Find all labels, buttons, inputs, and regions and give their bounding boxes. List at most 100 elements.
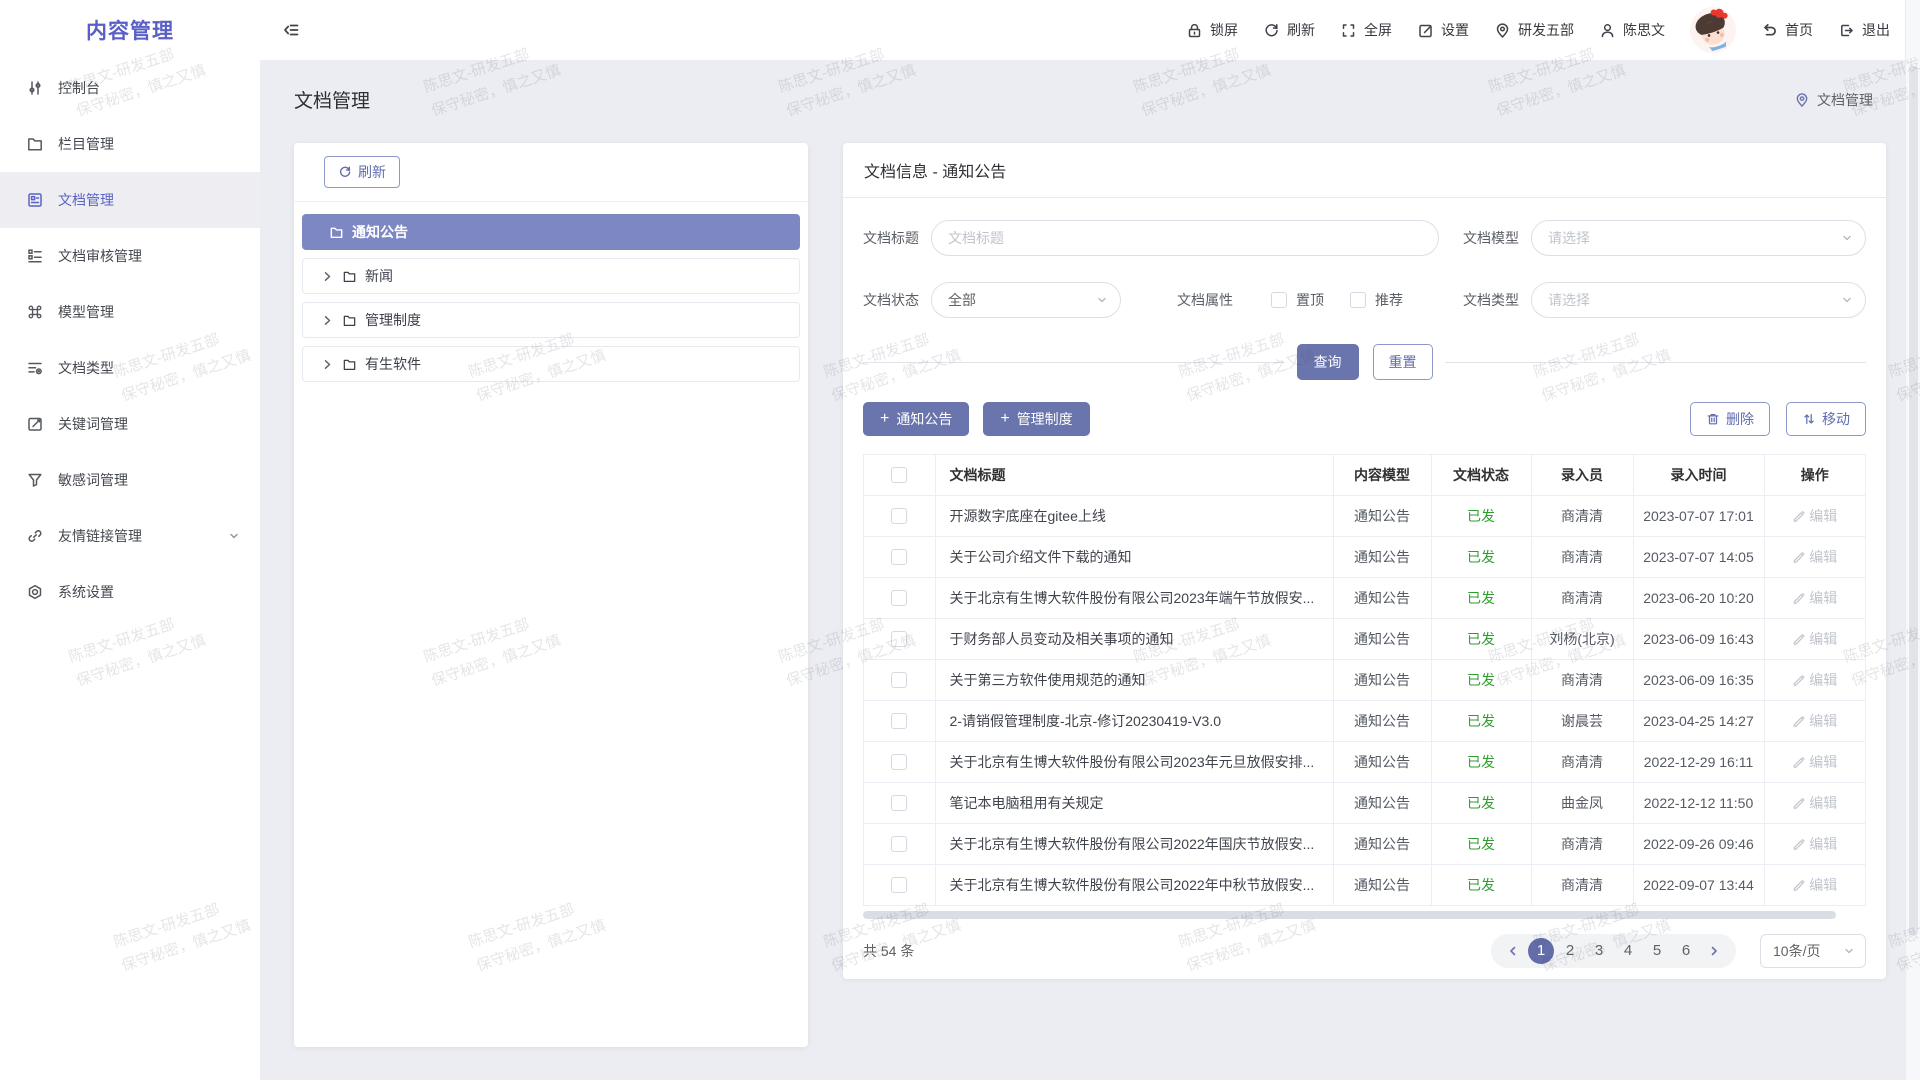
tree-item-software[interactable]: 有生软件 (302, 346, 800, 382)
move-button[interactable]: 移动 (1786, 402, 1866, 436)
page-number[interactable]: 2 (1557, 938, 1583, 964)
sidebar-item-friend-links[interactable]: 友情链接管理 (0, 508, 260, 564)
sidebar-collapse-button[interactable] (282, 21, 300, 39)
header-action-fullscreen[interactable]: 全屏 (1340, 20, 1392, 40)
edit-button[interactable]: 编辑 (1792, 793, 1837, 813)
attr-top-option[interactable]: 置顶 (1271, 290, 1324, 310)
cell-status: 已发 (1431, 700, 1531, 741)
header-action-department[interactable]: 研发五部 (1494, 20, 1574, 40)
prev-page-button[interactable] (1501, 939, 1525, 963)
sidebar-item-keywords[interactable]: 关键词管理 (0, 396, 260, 452)
refresh-icon (338, 165, 352, 179)
cell-ops: 编辑 (1764, 659, 1865, 700)
sidebar-item-doc-types[interactable]: 文档类型 (0, 340, 260, 396)
cell-status: 已发 (1431, 659, 1531, 700)
cell-model: 通知公告 (1333, 618, 1431, 659)
vertical-scrollbar[interactable] (1905, 0, 1920, 1080)
doc-attr-label: 文档属性 (1177, 290, 1233, 310)
sidebar-item-doc-review[interactable]: 文档审核管理 (0, 228, 260, 284)
add-notice-button[interactable]: + 通知公告 (863, 402, 969, 436)
doc-type-select[interactable]: 请选择 (1531, 282, 1866, 318)
cell-status: 已发 (1431, 741, 1531, 782)
tree-item-rules[interactable]: 管理制度 (302, 302, 800, 338)
header-action-logout[interactable]: 退出 (1838, 20, 1890, 40)
page-number[interactable]: 4 (1615, 938, 1641, 964)
row-checkbox[interactable] (891, 713, 907, 729)
sidebar-item-models[interactable]: 模型管理 (0, 284, 260, 340)
edit-button[interactable]: 编辑 (1792, 629, 1837, 649)
sidebar-item-columns[interactable]: 栏目管理 (0, 116, 260, 172)
scrollbar-thumb[interactable] (1909, 66, 1918, 936)
sidebar-item-documents[interactable]: 文档管理 (0, 172, 260, 228)
attr-recommend-option[interactable]: 推荐 (1350, 290, 1403, 310)
row-checkbox[interactable] (891, 754, 907, 770)
search-button[interactable]: 查询 (1297, 344, 1359, 380)
app-brand: 内容管理 (0, 15, 260, 45)
table-horizontal-scrollbar[interactable] (863, 911, 1866, 919)
cell-operator: 曲金凤 (1531, 782, 1633, 823)
select-all-checkbox[interactable] (891, 467, 907, 483)
row-checkbox[interactable] (891, 590, 907, 606)
doc-model-select[interactable]: 请选择 (1531, 220, 1866, 256)
next-page-button[interactable] (1702, 939, 1726, 963)
app-header: 内容管理 锁屏 刷新 (0, 0, 1920, 60)
header-action-home[interactable]: 首页 (1761, 20, 1813, 40)
row-checkbox[interactable] (891, 836, 907, 852)
sidebar-item-console[interactable]: 控制台 (0, 60, 260, 116)
edit-button[interactable]: 编辑 (1792, 670, 1837, 690)
row-checkbox[interactable] (891, 672, 907, 688)
header-action-settings[interactable]: 设置 (1417, 20, 1469, 40)
doc-model-placeholder: 请选择 (1548, 228, 1590, 248)
column-header-status: 文档状态 (1431, 455, 1531, 495)
tree-item-news[interactable]: 新闻 (302, 258, 800, 294)
add-rule-button[interactable]: + 管理制度 (983, 402, 1089, 436)
settings-edit-icon (1417, 22, 1434, 39)
doc-title-input[interactable] (931, 220, 1439, 256)
edit-button[interactable]: 编辑 (1792, 506, 1837, 526)
row-checkbox[interactable] (891, 549, 907, 565)
cell-doc-title: 关于北京有生博大软件股份有限公司2022年国庆节放假安... (935, 823, 1333, 864)
scrollbar-thumb[interactable] (863, 911, 1836, 919)
tree-item-label: 管理制度 (365, 310, 421, 330)
tree-refresh-button[interactable]: 刷新 (324, 156, 400, 188)
attr-top-checkbox[interactable] (1271, 292, 1287, 308)
edit-button[interactable]: 编辑 (1792, 875, 1837, 895)
column-header-title: 文档标题 (935, 455, 1333, 495)
page-size-select[interactable]: 10条/页 (1760, 934, 1866, 968)
chevron-down-icon (1841, 232, 1853, 244)
row-checkbox[interactable] (891, 795, 907, 811)
edit-button[interactable]: 编辑 (1792, 547, 1837, 567)
tree-item-notice[interactable]: 通知公告 (302, 214, 800, 250)
row-checkbox[interactable] (891, 877, 907, 893)
console-icon (26, 79, 44, 97)
edit-button[interactable]: 编辑 (1792, 752, 1837, 772)
avatar[interactable] (1684, 1, 1742, 59)
edit-button[interactable]: 编辑 (1792, 834, 1837, 854)
doc-status-select[interactable]: 全部 (931, 282, 1121, 318)
sidebar-item-sensitive-words[interactable]: 敏感词管理 (0, 452, 260, 508)
cell-operator: 商清清 (1531, 659, 1633, 700)
add-rule-label: 管理制度 (1017, 409, 1073, 429)
header-action-user[interactable]: 陈思文 (1599, 20, 1665, 40)
header-action-refresh[interactable]: 刷新 (1263, 20, 1315, 40)
doc-status-value: 全部 (948, 290, 976, 310)
row-checkbox[interactable] (891, 631, 907, 647)
row-checkbox[interactable] (891, 508, 907, 524)
page-number[interactable]: 1 (1528, 938, 1554, 964)
command-icon (26, 303, 44, 321)
page-size-value: 10条/页 (1773, 941, 1820, 961)
sidebar-item-system-settings[interactable]: 系统设置 (0, 564, 260, 620)
page-number[interactable]: 6 (1673, 938, 1699, 964)
cell-operator: 刘杨(北京) (1531, 618, 1633, 659)
page-number[interactable]: 3 (1586, 938, 1612, 964)
edit-button[interactable]: 编辑 (1792, 588, 1837, 608)
chevron-right-icon (321, 270, 334, 283)
attr-recommend-checkbox[interactable] (1350, 292, 1366, 308)
home-back-icon (1761, 22, 1778, 39)
reset-button[interactable]: 重置 (1373, 344, 1433, 380)
page-number[interactable]: 5 (1644, 938, 1670, 964)
doc-type-label: 文档类型 (1463, 290, 1519, 310)
delete-button[interactable]: 删除 (1690, 402, 1770, 436)
edit-button[interactable]: 编辑 (1792, 711, 1837, 731)
header-action-lock[interactable]: 锁屏 (1186, 20, 1238, 40)
